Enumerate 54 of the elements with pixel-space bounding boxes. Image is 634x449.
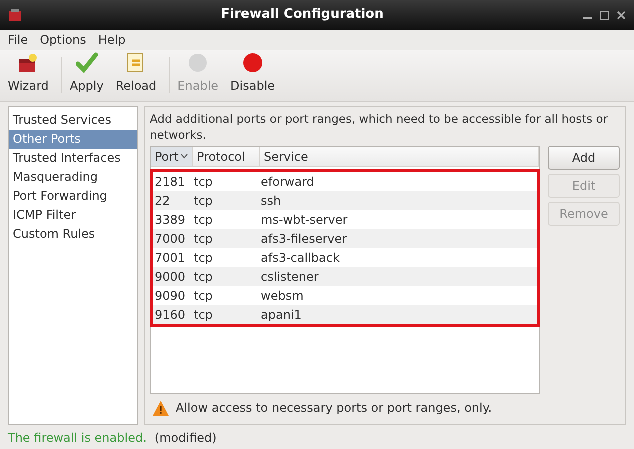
description-text: Add additional ports or port ranges, which need to be accessible for all hosts or networks. <box>150 111 610 143</box>
table-cell-text: cslistener <box>260 268 320 286</box>
action-button[interactable]: Add <box>548 146 620 170</box>
maximize-icon[interactable] <box>600 10 609 20</box>
table-cell-text: tcp <box>193 268 214 286</box>
table-cell-text: 9090 <box>154 288 187 304</box>
table-cell-text: 9000 <box>154 268 187 286</box>
toolbar-button[interactable]: Apply <box>66 52 108 95</box>
column-header[interactable]: Protocol <box>193 147 260 166</box>
table-cell-text: 7001 <box>154 250 187 266</box>
wizard-icon <box>17 52 40 74</box>
table-cell-text: 22 <box>154 192 172 210</box>
status-text: The firewall is enabled. <box>8 430 147 447</box>
window-title: Firewall Configuration <box>220 6 385 24</box>
table-cell-text: 9160 <box>154 306 187 324</box>
table-cell-text: tcp <box>193 174 214 190</box>
table-cell-text: tcp <box>193 306 214 324</box>
sort-caret-icon <box>180 154 188 159</box>
table-cell-text: eforward <box>260 174 316 190</box>
column-header[interactable]: Port <box>151 147 193 166</box>
menu-item[interactable]: File <box>8 31 28 49</box>
app-icon <box>8 8 22 22</box>
table-cell-text: tcp <box>193 212 214 228</box>
toolbar-button[interactable]: Disable <box>226 52 280 95</box>
menu-item[interactable]: Options <box>40 31 86 49</box>
table-cell-text: tcp <box>193 288 214 304</box>
table-cell-text: afs3-callback <box>260 250 341 266</box>
table-cell-text: afs3-fileserver <box>260 230 348 248</box>
sidebar-item[interactable]: Masquerading <box>9 168 137 187</box>
status-note: (modified) <box>154 430 217 447</box>
warning-icon <box>152 400 170 416</box>
close-icon[interactable] <box>617 10 626 20</box>
sidebar-item[interactable]: Custom Rules <box>9 225 137 244</box>
table-cell-text: tcp <box>193 250 214 266</box>
column-header[interactable]: Service <box>260 147 539 166</box>
table-cell-text: ms-wbt-server <box>260 212 349 228</box>
stop-icon <box>242 52 264 74</box>
table-cell-text: ssh <box>260 192 282 210</box>
table-cell-text: 3389 <box>154 212 187 228</box>
table-cell-text: 2181 <box>154 174 187 190</box>
table-cell-text: 7000 <box>154 230 187 248</box>
toolbar-button[interactable]: Wizard <box>4 52 53 95</box>
toolbar-button[interactable]: Reload <box>112 52 161 95</box>
sidebar-item[interactable]: Port Forwarding <box>9 187 137 206</box>
menu-item[interactable]: Help <box>98 31 126 49</box>
table-cell-text: tcp <box>193 192 214 210</box>
table-cell-text: websm <box>260 288 305 304</box>
table-cell-text: apani1 <box>260 306 303 324</box>
checkmark-icon <box>76 52 98 74</box>
warning-text: Allow access to necessary ports or port ranges, only. <box>176 400 492 417</box>
sidebar-item[interactable]: Trusted Services <box>9 111 137 130</box>
sidebar-item[interactable]: Trusted Interfaces <box>9 149 137 168</box>
sidebar-item[interactable]: ICMP Filter <box>9 206 137 225</box>
table-cell-text: tcp <box>193 230 214 248</box>
